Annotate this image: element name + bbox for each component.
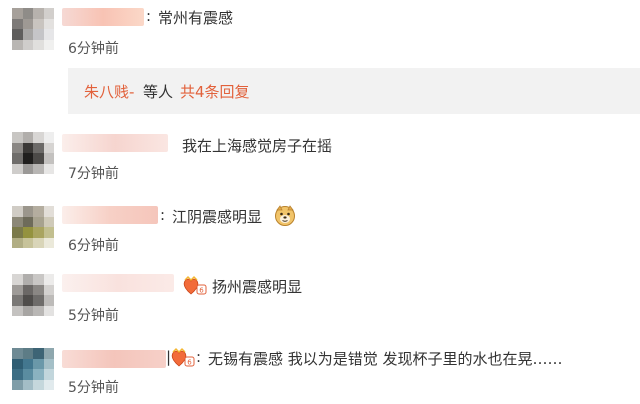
comment-item: | 6 : 无锡有震感 我以为是错觉 发现杯子里的水也在晃…… 5分钟前 <box>0 340 640 404</box>
comment-text: 我在上海感觉房子在摇 <box>182 137 333 155</box>
comment-time: 6分钟前 <box>68 238 119 254</box>
comment-item: 我在上海感觉房子在摇 7分钟前 <box>0 128 640 188</box>
avatar[interactable] <box>12 274 54 316</box>
username-blurred[interactable] <box>62 206 158 224</box>
comment-item: 6 扬州震感明显 5分钟前 <box>0 268 640 332</box>
reply-others-label: 等人 <box>143 83 174 101</box>
comment-text: 江阴震感明显 <box>172 208 263 226</box>
comment-text: 扬州震感明显 <box>212 278 303 296</box>
username-blurred[interactable] <box>62 350 166 368</box>
name-colon: : <box>196 348 202 366</box>
comment-text: 无锡有震感 我以为是错觉 发现杯子里的水也在晃…… <box>208 350 563 368</box>
doge-emoji-icon <box>275 205 295 226</box>
avatar[interactable] <box>12 348 54 390</box>
username-blurred[interactable] <box>62 8 144 26</box>
svg-text:6: 6 <box>199 287 204 295</box>
reply-summary[interactable]: 朱八贱- 等人 共4条回复 <box>68 68 640 114</box>
comment-item: : 常州有震感 6分钟前 <box>0 0 640 60</box>
avatar[interactable] <box>12 8 54 50</box>
name-colon: : <box>146 7 152 25</box>
name-colon: : <box>160 206 166 224</box>
username-blurred[interactable] <box>62 274 174 292</box>
username-blurred[interactable] <box>62 134 168 152</box>
comment-time: 7分钟前 <box>68 166 119 182</box>
comment-time: 5分钟前 <box>68 380 119 396</box>
reply-username-link[interactable]: 朱八贱- <box>84 81 134 102</box>
avatar[interactable] <box>12 206 54 248</box>
comment-item: : 江阴震感明显 6分钟前 <box>0 200 640 260</box>
reply-count-link[interactable]: 共4条回复 <box>180 81 250 102</box>
avatar[interactable] <box>12 132 54 174</box>
vip-heart-badge-icon: 6 <box>171 348 195 367</box>
comment-time: 6分钟前 <box>68 41 119 57</box>
vip-heart-badge-icon: 6 <box>183 276 207 295</box>
comment-text: 常州有震感 <box>158 9 234 27</box>
svg-text:6: 6 <box>187 359 192 367</box>
comment-time: 5分钟前 <box>68 308 119 324</box>
